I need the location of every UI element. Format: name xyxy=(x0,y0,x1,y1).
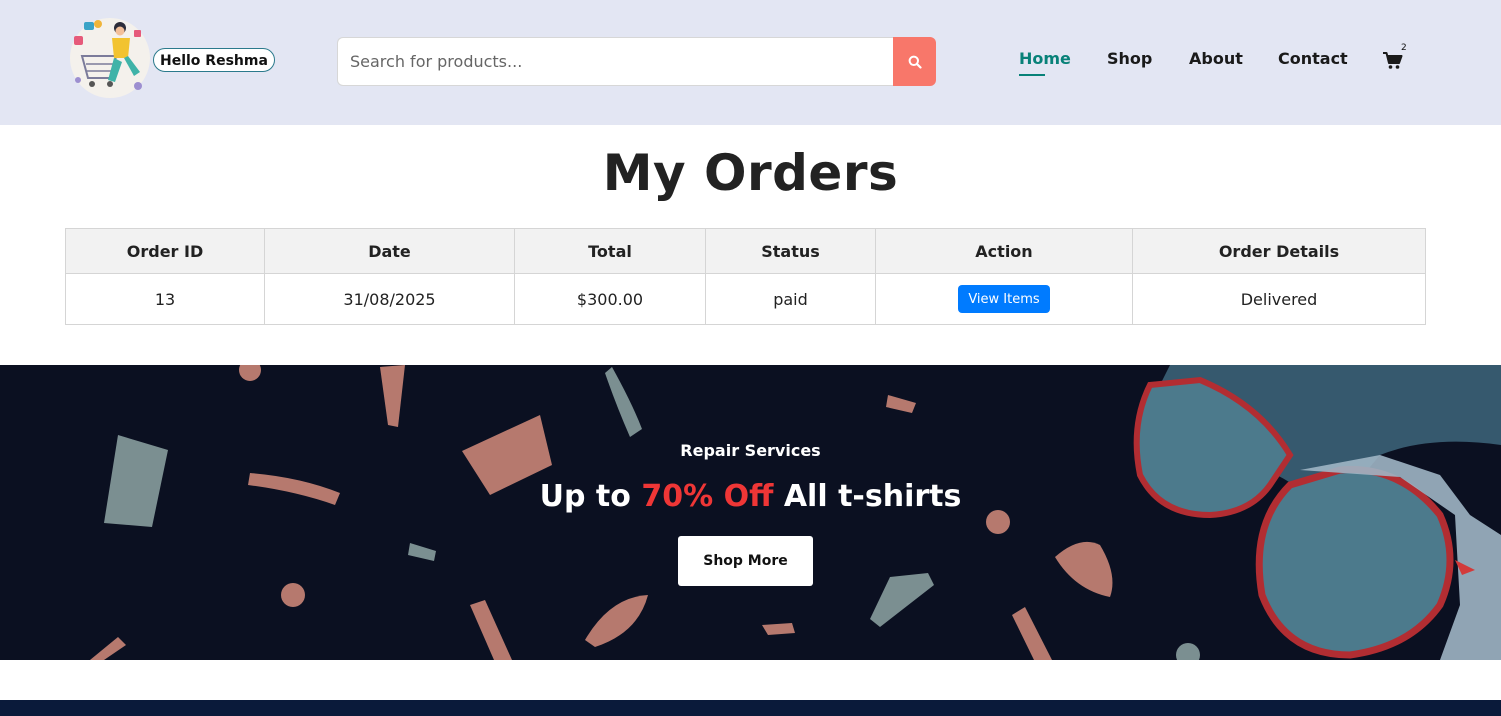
banner-headline: Up to 70% Off All t-shirts xyxy=(0,479,1501,514)
nav-home[interactable]: Home xyxy=(1019,49,1071,75)
cart-icon[interactable] xyxy=(1383,51,1403,71)
banner-headline-highlight: 70% Off xyxy=(641,479,774,514)
banner-headline-pre: Up to xyxy=(539,479,631,514)
site-header: Hello Reshma Home Shop About Contact 2 xyxy=(0,0,1501,125)
order-total-cell: $300.00 xyxy=(514,273,706,325)
nav-active-underline xyxy=(1019,74,1045,76)
column-header-order-details: Order Details xyxy=(1132,228,1426,274)
table-row: 13 31/08/2025 $300.00 paid View Items De… xyxy=(65,273,1426,325)
column-header-date: Date xyxy=(264,228,515,274)
banner-headline-post: All t-shirts xyxy=(783,479,962,514)
table-header-row: Order ID Date Total Status Action Order … xyxy=(65,228,1426,274)
orders-table: Order ID Date Total Status Action Order … xyxy=(65,228,1426,325)
search-icon xyxy=(908,55,922,69)
user-greeting: Hello Reshma xyxy=(153,48,275,72)
footer-strip xyxy=(0,700,1501,716)
promo-banner: Repair Services Up to 70% Off All t-shir… xyxy=(0,365,1501,660)
shop-more-button[interactable]: Shop More xyxy=(678,536,813,586)
column-header-order-id: Order ID xyxy=(65,228,265,274)
search-bar xyxy=(337,37,936,86)
cart-count-badge: 2 xyxy=(1401,43,1407,53)
nav-shop[interactable]: Shop xyxy=(1107,49,1152,75)
page-title: My Orders xyxy=(602,144,899,202)
column-header-total: Total xyxy=(514,228,706,274)
shopper-logo[interactable] xyxy=(68,16,152,100)
nav-about[interactable]: About xyxy=(1189,49,1243,75)
order-id-cell: 13 xyxy=(65,273,265,325)
search-button[interactable] xyxy=(893,37,936,86)
order-status-cell: paid xyxy=(705,273,876,325)
column-header-status: Status xyxy=(705,228,876,274)
search-input[interactable] xyxy=(337,37,894,86)
order-action-cell: View Items xyxy=(875,273,1133,325)
banner-subtitle: Repair Services xyxy=(680,441,821,460)
order-date-cell: 31/08/2025 xyxy=(264,273,515,325)
order-details-cell: Delivered xyxy=(1132,273,1426,325)
view-items-button[interactable]: View Items xyxy=(958,285,1050,313)
nav-contact[interactable]: Contact xyxy=(1278,49,1348,75)
column-header-action: Action xyxy=(875,228,1133,274)
